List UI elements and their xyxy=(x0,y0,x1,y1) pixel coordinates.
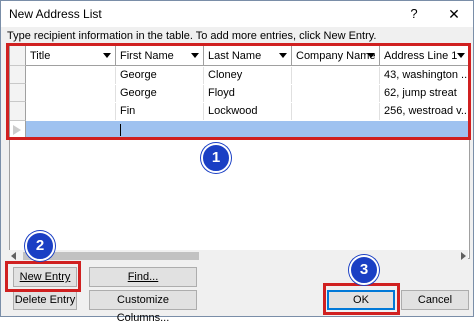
delete-entry-label: Delete Entry xyxy=(14,294,76,306)
find-label: Find... xyxy=(127,271,159,283)
callout-badge-2: 2 xyxy=(25,231,55,261)
table-highlight-box xyxy=(6,43,471,140)
cancel-button[interactable]: Cancel xyxy=(401,290,469,310)
find-button[interactable]: Find... xyxy=(89,267,197,287)
window-title: New Address List xyxy=(9,7,102,21)
delete-entry-button[interactable]: Delete Entry xyxy=(13,290,77,310)
customize-columns-button[interactable]: Customize Columns... xyxy=(89,290,197,324)
instruction-text: Type recipient information in the table.… xyxy=(7,30,377,42)
title-bar: New Address List ? ✕ xyxy=(1,1,473,27)
callout-badge-3: 3 xyxy=(349,255,379,285)
scroll-left-icon[interactable] xyxy=(11,252,16,260)
ok-highlight-box xyxy=(323,283,400,315)
customize-columns-label: Customize Columns... xyxy=(116,294,170,324)
new-entry-highlight-box xyxy=(5,261,81,292)
scroll-right-icon[interactable] xyxy=(461,252,466,260)
callout-badge-1: 1 xyxy=(201,143,231,173)
new-address-list-dialog: New Address List ? ✕ Type recipient info… xyxy=(0,0,474,324)
close-button[interactable]: ✕ xyxy=(439,3,469,25)
help-button[interactable]: ? xyxy=(401,3,427,25)
